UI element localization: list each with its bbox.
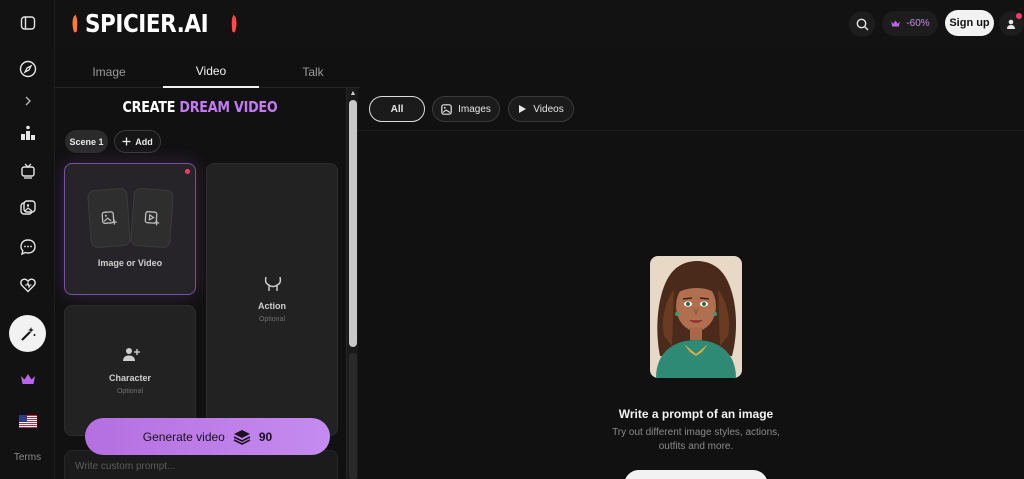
add-scene-button[interactable]: Add: [114, 130, 161, 153]
notification-dot: [1016, 13, 1022, 19]
user-icon: [1006, 19, 1015, 29]
magic-wand-icon[interactable]: [9, 315, 46, 352]
filter-all[interactable]: All: [369, 96, 425, 122]
search-button[interactable]: [849, 11, 875, 37]
character-label: Character: [108, 373, 152, 383]
terms-link[interactable]: Terms: [0, 452, 55, 463]
user-menu-button[interactable]: [999, 11, 1024, 36]
tab-video[interactable]: Video: [163, 55, 259, 88]
scene-1-chip[interactable]: Scene 1: [65, 130, 108, 153]
image-icon: [441, 103, 452, 115]
play-icon: [519, 105, 527, 113]
tab-image[interactable]: Image: [55, 55, 163, 88]
panel-title: CREATE DREAM VIDEO: [77, 98, 324, 116]
panel-scrollbar[interactable]: ▲: [346, 88, 358, 479]
left-rail: Terms: [0, 0, 55, 479]
add-video-icon: [144, 211, 160, 226]
add-image-icon: [101, 211, 117, 225]
action-pose-icon: [264, 276, 282, 291]
scroll-thumb[interactable]: [349, 100, 357, 347]
panel-title-accent: DREAM VIDEO: [179, 98, 278, 116]
logo-text: SPICIER.AI: [85, 8, 209, 38]
filter-videos-label: Videos: [533, 103, 564, 115]
pepper-left-icon: [72, 13, 78, 33]
panel-title-main: CREATE: [122, 98, 180, 116]
empty-state-title: Write a prompt of an image: [618, 407, 774, 421]
app-root: Terms SPICIER.AI -60% Sign up Image Vide…: [0, 0, 1024, 479]
action-label: Action: [258, 301, 286, 311]
filter-videos[interactable]: Videos: [508, 96, 574, 122]
generate-cost: 90: [258, 429, 273, 444]
add-video-tile: [130, 187, 174, 249]
character-card[interactable]: Character Optional: [64, 305, 196, 436]
create-panel: CREATE DREAM VIDEO Scene 1 Add Image or …: [55, 88, 345, 479]
add-character-icon: [123, 348, 140, 361]
signup-button[interactable]: Sign up: [945, 10, 994, 36]
required-dot: [185, 169, 190, 174]
filter-images-label: Images: [458, 103, 491, 115]
search-icon: [856, 18, 868, 30]
compass-icon[interactable]: [9, 53, 47, 85]
leaderboard-icon[interactable]: [9, 117, 47, 149]
image-or-video-label: Image or Video: [97, 258, 163, 268]
image-or-video-card[interactable]: Image or Video: [64, 163, 196, 295]
generate-label: Generate video: [142, 429, 225, 444]
character-optional: Optional: [116, 388, 144, 395]
action-card[interactable]: Action Optional: [206, 163, 338, 436]
crown-icon: [891, 20, 901, 27]
gallery-filters: All Images Videos: [358, 88, 1024, 131]
us-flag-icon[interactable]: [9, 405, 47, 437]
action-optional: Optional: [258, 316, 286, 323]
mode-tabs: Image Video Talk: [55, 55, 360, 88]
filter-images[interactable]: Images: [432, 96, 500, 122]
plus-icon: [122, 137, 131, 146]
expand-chevron-icon[interactable]: [9, 85, 47, 117]
logo[interactable]: SPICIER.AI: [71, 8, 238, 38]
gallery-icon[interactable]: [9, 192, 47, 224]
generate-video-button[interactable]: Generate video 90: [85, 418, 330, 455]
empty-state-action-button[interactable]: [624, 470, 768, 479]
example-portrait-image: [650, 256, 742, 378]
tab-talk[interactable]: Talk: [259, 55, 367, 88]
add-image-tile: [87, 187, 131, 249]
scroll-track: [349, 353, 357, 479]
sidebar-toggle-icon[interactable]: [9, 7, 47, 39]
pepper-right-icon: [231, 13, 237, 33]
credits-stack-icon: [233, 429, 251, 445]
chat-icon[interactable]: [9, 231, 47, 263]
add-scene-label: Add: [135, 136, 153, 147]
discount-badge[interactable]: -60%: [882, 11, 938, 36]
tv-icon[interactable]: [9, 155, 47, 187]
scroll-up-arrow-icon[interactable]: ▲: [349, 90, 357, 98]
crown-icon[interactable]: [9, 363, 47, 395]
heart-icon[interactable]: [9, 269, 47, 301]
discount-text: -60%: [906, 18, 930, 29]
top-header: SPICIER.AI -60% Sign up: [55, 0, 1024, 47]
empty-state-subtitle: Try out different image styles, actions,…: [612, 427, 780, 452]
